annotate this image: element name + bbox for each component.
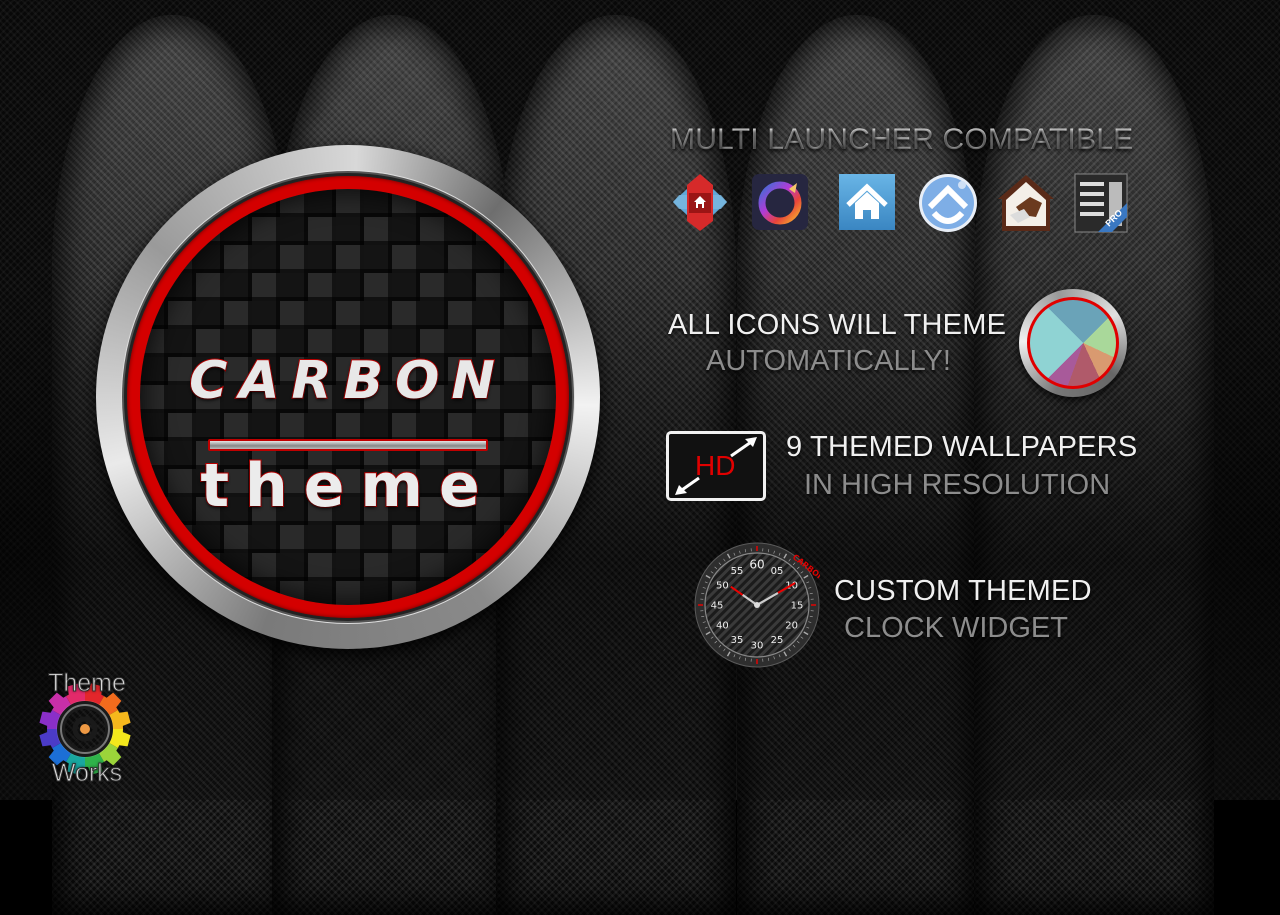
auto-theme-line1: ALL ICONS WILL THEME bbox=[668, 309, 1006, 342]
clock-line1: CUSTOM THEMED bbox=[834, 575, 1092, 608]
emblem-carbon-face: CARBON theme bbox=[140, 189, 556, 605]
themed-icon-sample bbox=[1019, 289, 1127, 397]
logo-bottom-text: Works bbox=[27, 759, 147, 788]
emblem-subtitle: theme bbox=[140, 451, 556, 521]
clock-dial-number: 50 bbox=[716, 581, 729, 592]
clock-widget-preview: 600510152025303540455055 CARBON bbox=[694, 542, 820, 668]
apex-launcher-icon bbox=[751, 173, 809, 231]
clock-line2: CLOCK WIDGET bbox=[844, 612, 1068, 645]
wallpapers-line1: 9 THEMED WALLPAPERS bbox=[786, 431, 1137, 464]
adw-launcher-icon bbox=[918, 173, 976, 231]
clock-dial-number: 30 bbox=[751, 641, 764, 652]
clock-dial-number: 55 bbox=[731, 566, 744, 577]
clock-dial-number: 45 bbox=[711, 601, 724, 612]
holo-launcher-icon bbox=[996, 173, 1054, 231]
clock-dial-number: 40 bbox=[716, 621, 729, 632]
clock-dial-number: 05 bbox=[771, 566, 784, 577]
logo-top-text: Theme bbox=[27, 669, 147, 698]
launchers-heading: MULTI LAUNCHER COMPATIBLE bbox=[670, 123, 1133, 157]
clock-dial-number: 15 bbox=[791, 601, 804, 612]
clock-center-pin bbox=[754, 602, 760, 608]
emblem-divider bbox=[208, 439, 488, 451]
carbon-theme-emblem: CARBON theme bbox=[96, 145, 600, 649]
lightning-launcher-pro-icon: PRO bbox=[1074, 173, 1132, 231]
themeworks-logo: Theme Works bbox=[27, 667, 147, 792]
nova-launcher-icon bbox=[671, 173, 729, 231]
clock-dial-number: 35 bbox=[731, 635, 744, 646]
hd-wallpaper-icon: HD bbox=[666, 431, 766, 501]
clock-dial-number: 25 bbox=[771, 635, 784, 646]
home-launcher-icon bbox=[838, 173, 896, 231]
themed-icon-face bbox=[1030, 300, 1116, 386]
clock-dial-number: 20 bbox=[785, 621, 798, 632]
emblem-title: CARBON bbox=[140, 351, 556, 411]
wallpapers-line2: IN HIGH RESOLUTION bbox=[804, 469, 1110, 502]
clock-dial-number: 60 bbox=[749, 558, 764, 572]
hd-label: HD bbox=[695, 450, 735, 482]
auto-theme-line2: AUTOMATICALLY! bbox=[706, 345, 951, 378]
